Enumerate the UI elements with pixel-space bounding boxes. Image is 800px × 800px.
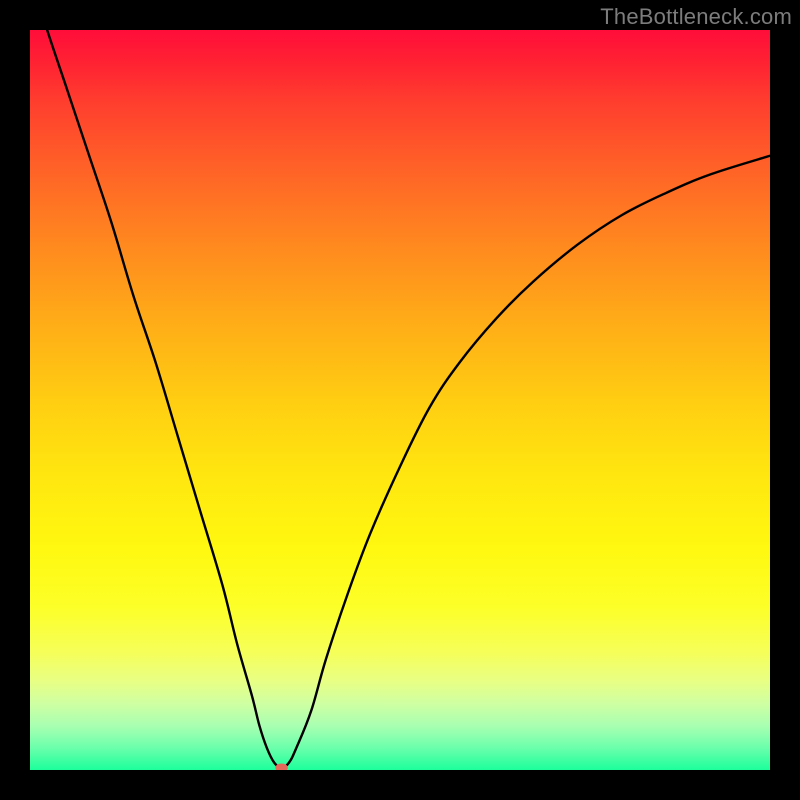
plot-area (30, 30, 770, 770)
marker-layer (30, 30, 770, 770)
chart-frame: TheBottleneck.com (0, 0, 800, 800)
watermark-text: TheBottleneck.com (600, 4, 792, 30)
local-min-marker (275, 764, 288, 770)
